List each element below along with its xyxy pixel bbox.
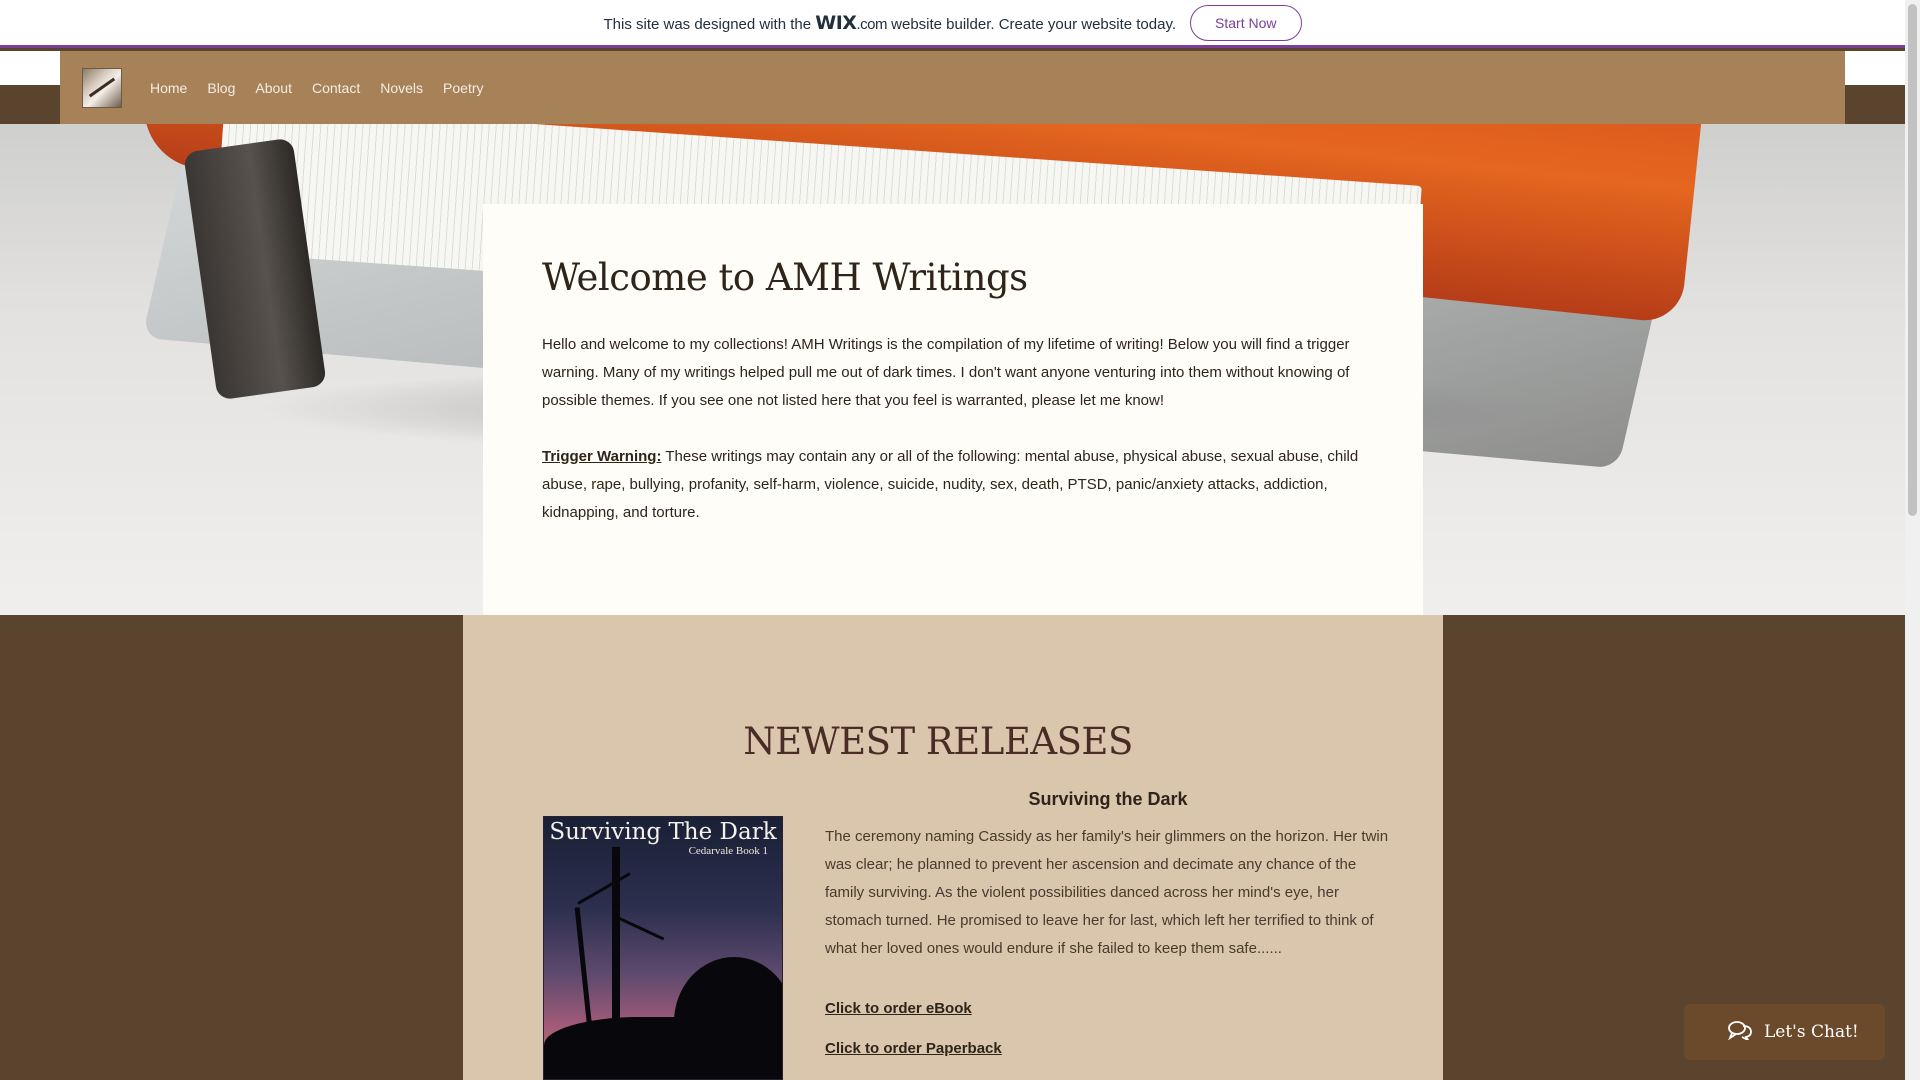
wix-banner-text-before: This site was designed with the	[603, 15, 812, 33]
welcome-title: Welcome to AMH Writings	[542, 256, 1028, 299]
newest-releases-section: NEWEST RELEASES Surviving The Dark Cedar…	[463, 615, 1443, 1080]
trigger-warning: Trigger Warning: These writings may cont…	[542, 443, 1364, 527]
start-now-button[interactable]: Start Now	[1190, 4, 1302, 41]
wix-banner-text: This site was designed with the WIX.com …	[603, 12, 1176, 34]
wix-logo: WIX.com	[815, 12, 887, 34]
chat-label: Let's Chat!	[1764, 1022, 1859, 1042]
nav-item-home[interactable]: Home	[150, 80, 187, 96]
nav-item-poetry[interactable]: Poetry	[443, 80, 483, 96]
trigger-warning-text: These writings may contain any or all of…	[542, 448, 1359, 521]
nav-item-blog[interactable]: Blog	[207, 80, 235, 96]
nav-item-about[interactable]: About	[255, 80, 292, 96]
wix-logo-main: WIX	[815, 11, 857, 34]
book-cover-image[interactable]: Surviving The Dark Cedarvale Book 1	[543, 816, 783, 1080]
wix-logo-com: .com	[856, 15, 887, 33]
chat-bubbles-icon	[1728, 1021, 1752, 1040]
main-nav: Home Blog About Contact Novels Poetry	[60, 51, 1845, 124]
book-title: Surviving the Dark	[1028, 789, 1188, 809]
cover-title: Surviving The Dark	[549, 819, 777, 845]
logo-quill-icon	[88, 77, 116, 98]
site-logo[interactable]	[82, 67, 122, 108]
cover-tree-canopy	[544, 1017, 782, 1079]
chat-button[interactable]: Let's Chat!	[1684, 1004, 1885, 1060]
trigger-warning-label: Trigger Warning:	[542, 448, 662, 465]
cover-subtitle: Cedarvale Book 1	[688, 845, 768, 857]
welcome-intro: Hello and welcome to my collections! AMH…	[542, 336, 1350, 409]
nav-item-novels[interactable]: Novels	[380, 80, 423, 96]
cover-tree-branch	[577, 872, 631, 905]
scrollbar-thumb[interactable]	[1908, 4, 1917, 516]
book-description: The ceremony naming Cassidy as her famil…	[825, 828, 1389, 957]
order-ebook-link[interactable]: Click to order eBook	[825, 1000, 972, 1017]
nav-item-contact[interactable]: Contact	[312, 80, 360, 96]
wix-banner-text-after: website builder. Create your website tod…	[891, 15, 1177, 33]
wix-promo-banner: This site was designed with the WIX.com …	[0, 0, 1905, 48]
cover-tree-branch	[617, 916, 665, 941]
releases-title: NEWEST RELEASES	[743, 720, 1133, 763]
welcome-card: Welcome to AMH Writings Hello and welcom…	[483, 204, 1423, 615]
order-paperback-link[interactable]: Click to order Paperback	[825, 1040, 1002, 1057]
